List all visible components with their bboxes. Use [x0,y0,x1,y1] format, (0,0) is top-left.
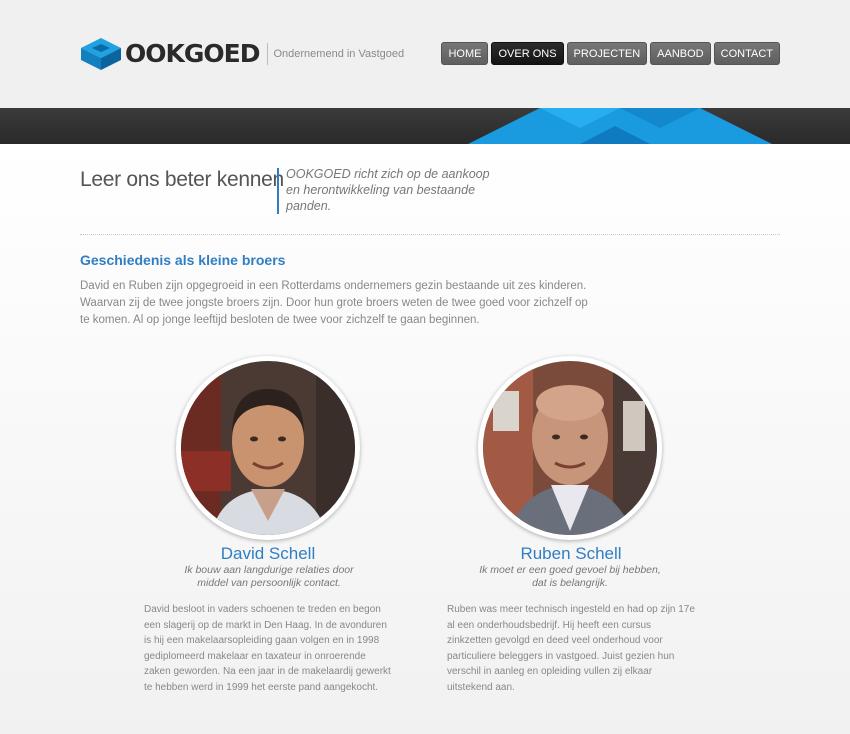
intro-accent-bar [277,168,279,214]
intro-text: OOKGOED richt zich op de aankoop en hero… [286,167,490,213]
person-bio-ruben: Ruben was meer technisch ingesteld en ha… [447,604,695,693]
history-text: David en Ruben zijn opgegroeid in een Ro… [80,280,588,326]
portrait-david [176,356,360,540]
nav-over-ons[interactable]: OVER ONS [491,42,564,65]
band-shapes [468,108,772,144]
page-title: Leer ons beter kennen [80,168,284,191]
nav-projecten[interactable]: PROJECTEN [566,42,648,65]
main-content: Leer ons beter kennen OOKGOED richt zich… [0,144,850,734]
person-name-ruben: Ruben Schell [520,544,622,563]
logo[interactable]: OOKGOED Ondernemend in Vastgoed [80,37,404,71]
main-nav: HOME OVER ONS PROJECTEN AANBOD CONTACT [441,42,780,65]
nav-home[interactable]: HOME [441,42,489,65]
tagline: Ondernemend in Vastgoed [273,48,405,60]
person-name-david: David Schell [220,544,316,563]
portrait-ruben [478,356,662,540]
person-quote-david: Ik bouw aan langdurige relaties door mid… [184,564,354,589]
logo-text: OOKGOED [125,39,260,68]
site-header: OOKGOED Ondernemend in Vastgoed HOME OVE… [0,0,850,108]
nav-aanbod[interactable]: AANBOD [650,42,711,65]
logo-divider [267,43,269,65]
history-heading: Geschiedenis als kleine broers [80,252,286,268]
cube-logo-icon [80,37,122,71]
divider [80,234,780,235]
person-bio-david: David besloot in vaders schoenen te tred… [144,604,391,693]
header-band [0,108,850,144]
nav-contact[interactable]: CONTACT [713,42,780,65]
person-quote-ruben: Ik moet er een goed gevoel bij hebben, d… [479,564,661,589]
